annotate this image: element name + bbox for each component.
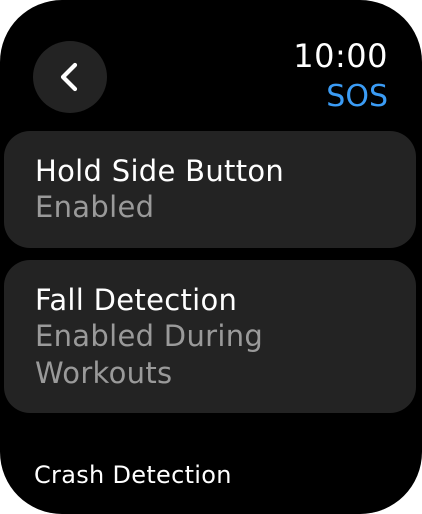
setting-value: Enabled xyxy=(35,190,155,224)
chevron-left-icon xyxy=(58,62,82,92)
clock-time: 10:00 xyxy=(293,37,388,75)
hold-side-button-setting[interactable]: Hold Side Button Enabled xyxy=(4,131,416,248)
crash-detection-label[interactable]: Crash Detection xyxy=(34,458,232,492)
setting-title: Hold Side Button xyxy=(35,154,285,188)
back-button[interactable] xyxy=(33,41,107,113)
watch-screen: 10:00 SOS Hold Side Button Enabled Fall … xyxy=(0,0,422,514)
setting-value: Enabled During Workouts xyxy=(35,319,264,390)
setting-title: Fall Detection xyxy=(35,283,238,317)
page-title: SOS xyxy=(326,79,388,114)
fall-detection-setting[interactable]: Fall Detection Enabled During Workouts xyxy=(4,260,416,413)
